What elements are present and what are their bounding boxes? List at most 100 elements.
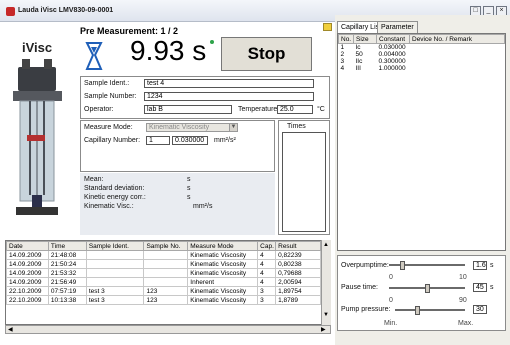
status-led: [210, 40, 214, 44]
capillary-cell: III: [355, 65, 361, 72]
capillary-cell: [410, 44, 505, 52]
operator-field[interactable]: lab B: [144, 105, 232, 114]
pause-min: 0: [389, 297, 393, 304]
history-column-header[interactable]: Sample No.: [143, 241, 189, 251]
temperature-field[interactable]: 25.0: [277, 105, 313, 114]
sample-number-label: Sample Number:: [84, 93, 137, 100]
history-cell: 21:50:24: [47, 259, 87, 269]
window-title: Lauda iVisc LMV830-09-0001: [18, 7, 114, 14]
history-cell: test 3: [85, 286, 145, 296]
tab-parameter[interactable]: Parameter: [377, 21, 418, 33]
capillary-row[interactable]: 3 IIc 0.300000: [339, 58, 505, 65]
pump-max-label: Max.: [458, 320, 474, 327]
history-cell: Kinematic Viscosity: [187, 295, 259, 305]
sample-number-field[interactable]: 1234: [144, 92, 314, 101]
capillary-column-header[interactable]: No.: [338, 34, 354, 44]
history-row[interactable]: 14.09.2009 21:50:24 Kinematic Viscosity 4 0,…: [6, 259, 321, 269]
kinematic-visc-unit: mm²/s: [193, 203, 213, 210]
capillary-cell: 1.000000: [378, 65, 406, 72]
scroll-left-icon[interactable]: ◀: [8, 326, 13, 333]
history-row[interactable]: 22.10.2009 07:57:19 test 3 123 Kinematic Vis…: [6, 286, 321, 296]
capillary-column-header[interactable]: Constant: [376, 34, 410, 44]
temperature-label: Temperature:: [238, 106, 280, 113]
history-column-header[interactable]: Sample Ident.: [85, 241, 145, 251]
history-column-header[interactable]: Measure Mode: [187, 241, 259, 251]
history-column-header[interactable]: Time: [47, 241, 87, 251]
kinetic-corr-label: Kinetic energy corr.:: [84, 194, 146, 201]
capillary-row[interactable]: 4 III 1.000000: [339, 65, 505, 72]
pump-min-label: Min.: [384, 320, 398, 327]
capillary-list: No. Size Constant Device No. / Remark 1 Ic 0.…: [337, 33, 506, 251]
history-cell: [143, 277, 189, 287]
sample-ident-field[interactable]: test 4: [144, 79, 314, 88]
history-row[interactable]: 14.09.2009 21:53:32 Kinematic Viscosity 4 0,…: [6, 268, 321, 278]
capillary-cell: 2: [340, 51, 345, 58]
history-cell: 4: [257, 277, 277, 287]
history-vertical-scrollbar[interactable]: ▲ ▼: [321, 240, 331, 325]
scroll-right-icon[interactable]: ▶: [321, 326, 326, 333]
history-cell: 0,79688: [275, 268, 321, 278]
history-column-header[interactable]: Date: [6, 241, 49, 251]
measure-mode-select[interactable]: Kinematic Viscosity: [146, 123, 238, 132]
history-row[interactable]: 14.09.2009 21:48:08 Kinematic Viscosity 4 0,…: [6, 250, 321, 260]
pump-pressure-field[interactable]: 30: [473, 305, 487, 314]
history-cell: 123: [143, 295, 189, 305]
history-cell: test 3: [85, 295, 145, 305]
capillary-cell: [410, 51, 505, 58]
overpump-field[interactable]: 1.6: [473, 261, 487, 270]
kinematic-visc-label: Kinematic Visc.:: [84, 203, 134, 210]
stddev-label: Standard deviation:: [84, 185, 145, 192]
capillary-cell: 50: [355, 51, 363, 58]
scroll-up-icon[interactable]: ▲: [323, 242, 329, 248]
pump-pressure-slider[interactable]: [414, 306, 420, 315]
history-cell: 22.10.2009: [6, 295, 49, 305]
history-cell: Kinematic Viscosity: [187, 250, 259, 260]
pause-field[interactable]: 45: [473, 283, 487, 292]
overpump-unit: s: [490, 262, 494, 269]
collapse-panel-button[interactable]: [323, 23, 332, 31]
history-cell: Inherent: [187, 277, 259, 287]
history-cell: [143, 250, 189, 260]
times-label: Times: [287, 123, 306, 130]
app-icon: [6, 7, 15, 16]
viscometer-device-image: [13, 59, 62, 215]
capillary-column-header[interactable]: Size: [353, 34, 377, 44]
overpump-max: 10: [459, 274, 467, 281]
history-horizontal-scrollbar[interactable]: ◀ ▶: [5, 325, 331, 334]
overpump-label: Overpumptime:: [341, 262, 389, 269]
operator-label: Operator:: [84, 106, 114, 113]
capillary-cell: IIc: [355, 58, 363, 65]
history-cell: 0,80238: [275, 259, 321, 269]
history-cell: 21:53:32: [47, 268, 87, 278]
pause-label: Pause time:: [341, 284, 378, 291]
brand-logo: iVisc: [22, 40, 53, 55]
history-cell: [85, 250, 145, 260]
history-cell: 4: [257, 250, 277, 260]
history-cell: 3: [257, 286, 277, 296]
history-row[interactable]: 22.10.2009 10:13:38 test 3 123 Kinematic Vis…: [6, 295, 321, 305]
temperature-unit: °C: [317, 106, 325, 113]
elapsed-time: 9.93 s: [130, 35, 207, 66]
history-cell: 21:48:08: [47, 250, 87, 260]
history-row[interactable]: 14.09.2009 21:56:49 Inherent 4 2,00594: [6, 277, 321, 287]
capillary-constant-field[interactable]: 0.030000: [172, 136, 208, 145]
history-cell: 123: [143, 286, 189, 296]
sample-ident-label: Sample Ident.:: [84, 80, 130, 87]
capillary-row[interactable]: 1 Ic 0.030000: [339, 44, 505, 52]
stop-button[interactable]: Stop: [221, 37, 312, 71]
capillary-column-header[interactable]: Device No. / Remark: [409, 34, 505, 44]
chevron-down-icon[interactable]: ▼: [229, 124, 237, 131]
pause-slider[interactable]: [424, 284, 430, 293]
history-column-header[interactable]: Result: [275, 241, 321, 251]
history-cell: [85, 259, 145, 269]
capillary-number-field[interactable]: 1: [146, 136, 170, 145]
measure-mode-label: Measure Mode:: [84, 124, 133, 131]
capillary-cell: 0.030000: [378, 44, 406, 51]
history-cell: 14.09.2009: [6, 268, 49, 278]
history-column-header[interactable]: Cap.: [257, 241, 277, 251]
times-list[interactable]: [282, 132, 326, 232]
kinetic-corr-unit: s: [187, 194, 191, 201]
overpump-slider[interactable]: [400, 261, 406, 270]
scroll-down-icon[interactable]: ▼: [323, 312, 329, 318]
capillary-row[interactable]: 2 50 0.004000: [339, 51, 505, 58]
